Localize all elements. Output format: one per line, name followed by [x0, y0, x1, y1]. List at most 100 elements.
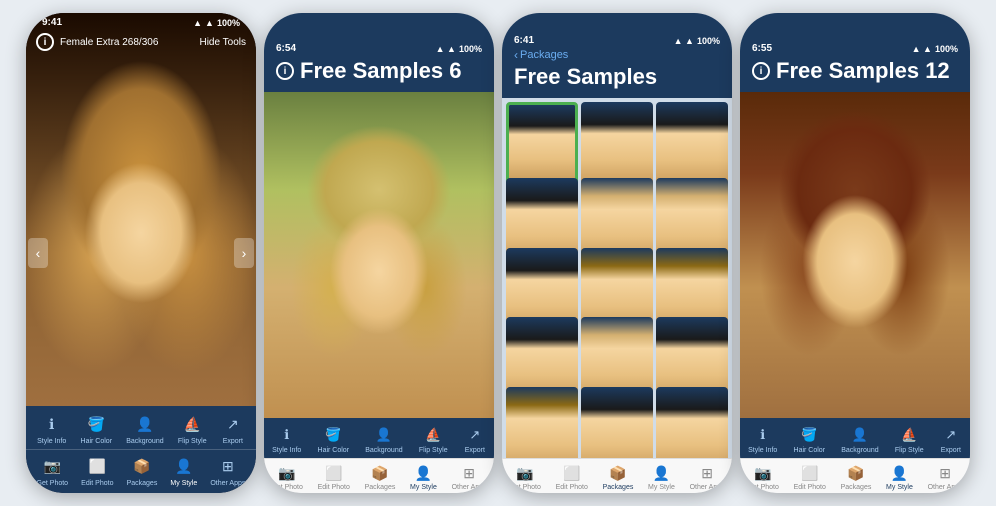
top-bar-1: i Female Extra 268/306 Hide Tools: [26, 29, 256, 55]
background-label: Background: [126, 438, 163, 445]
action-toolbar-4: ℹ Style Info 🪣 Hair Color 👤 Background ⛵…: [740, 418, 970, 458]
phone-2: 6:54 ▲ ▲ 100% i Free Samples 6 ℹ: [264, 13, 494, 493]
tab-my-style-4[interactable]: 👤 My Style: [886, 463, 913, 491]
tab-get-photo-4[interactable]: 📷 Get Photo: [747, 463, 779, 491]
phone-4-screen: 6:55 ▲ ▲ 100% i Free Samples 12 ℹ: [740, 13, 970, 493]
act-export-4[interactable]: ↗ Export: [940, 424, 962, 454]
flip-style-icon-2: ⛵: [422, 424, 444, 446]
phone1-title: Female Extra 268/306: [60, 37, 193, 48]
export-icon: ↗: [221, 412, 245, 436]
flip-style-icon: ⛵: [180, 412, 204, 436]
tab-other-apps-4[interactable]: ⊞ Other Apps: [928, 463, 963, 491]
get-photo-label: Get Photo: [37, 480, 69, 487]
tab-other-apps-1[interactable]: ⊞ Other Apps: [210, 454, 245, 487]
hair-color-label: Hair Color: [81, 438, 113, 445]
act-background-2[interactable]: 👤 Background: [365, 424, 402, 454]
tab-other-apps-3[interactable]: ⊞ Other Apps: [690, 463, 725, 491]
tab-my-style-3[interactable]: 👤 My Style: [648, 463, 675, 491]
export-label: Export: [223, 438, 243, 445]
phone2-title-row: i Free Samples 6: [276, 58, 482, 84]
hair-color-icon: 🪣: [84, 412, 108, 436]
tab-bar-3: 📷 Got Photo ⬜ Edit Photo 📦 Packages 👤 My…: [502, 458, 732, 493]
phone-4: 6:55 ▲ ▲ 100% i Free Samples 12 ℹ: [740, 13, 970, 493]
next-arrow[interactable]: ›: [234, 238, 254, 268]
style-info-icon-4: ℹ: [752, 424, 774, 446]
edit-photo-icon: ⬜: [85, 454, 109, 478]
act-style-info-4[interactable]: ℹ Style Info: [748, 424, 777, 454]
edit-photo-label: Edit Photo: [81, 480, 113, 487]
act-hair-color-2[interactable]: 🪣 Hair Color: [318, 424, 350, 454]
my-style-tab-icon-2: 👤: [413, 463, 433, 483]
info-icon-2[interactable]: i: [276, 62, 294, 80]
back-button-3[interactable]: ‹ Packages: [514, 48, 720, 62]
mini-face-1: [509, 105, 575, 189]
phone4-header: 6:55 ▲ ▲ 100% i Free Samples 12: [740, 13, 970, 92]
phone4-content: [740, 92, 970, 418]
phones-container: 9:41 ▲ ▲ 100% i Female Extra 268/306 Hid…: [16, 3, 980, 503]
grid-item-15[interactable]: 15: [656, 387, 728, 458]
hair-grid: 1 2 3 4 5: [502, 98, 732, 458]
tab-edit-photo-1[interactable]: ⬜ Edit Photo: [81, 454, 113, 487]
phone2-model: [264, 92, 494, 418]
grid-item-13[interactable]: 13: [506, 387, 578, 458]
bottom-toolbar-1: ℹ Style Info 🪣 Hair Color 👤 Background ⛵…: [26, 406, 256, 493]
back-label-3: Packages: [520, 49, 568, 61]
export-icon-2: ↗: [464, 424, 486, 446]
phone-3-screen: 6:41 ▲ ▲ 100% ‹ Packages Free Samples 1: [502, 13, 732, 493]
hide-tools-btn[interactable]: Hide Tools: [199, 37, 246, 48]
phone1-model-render: [26, 13, 256, 413]
act-background-4[interactable]: 👤 Background: [841, 424, 878, 454]
act-flip-style-2[interactable]: ⛵ Flip Style: [419, 424, 448, 454]
tab-other-apps-2[interactable]: ⊞ Other Apps: [452, 463, 487, 491]
tab-got-photo-3[interactable]: 📷 Got Photo: [509, 463, 541, 491]
toolbar-top-1: ℹ Style Info 🪣 Hair Color 👤 Background ⛵…: [26, 412, 256, 450]
act-style-info-2[interactable]: ℹ Style Info: [272, 424, 301, 454]
act-flip-style-4[interactable]: ⛵ Flip Style: [895, 424, 924, 454]
phone2-content: [264, 92, 494, 418]
phone-1-screen: 9:41 ▲ ▲ 100% i Female Extra 268/306 Hid…: [26, 13, 256, 493]
tab-get-photo-2[interactable]: 📷 Get Photo: [271, 463, 303, 491]
info-icon-4[interactable]: i: [752, 62, 770, 80]
packages-icon: 📦: [130, 454, 154, 478]
tab-edit-photo-3[interactable]: ⬜ Edit Photo: [556, 463, 588, 491]
tab-my-style-1[interactable]: 👤 My Style: [170, 454, 197, 487]
status-bar-1: 9:41 ▲ ▲ 100%: [26, 13, 256, 30]
tab-packages-3[interactable]: 📦 Packages: [603, 463, 634, 491]
grid-item-14[interactable]: 14: [581, 387, 653, 458]
hair-color-icon-4: 🪣: [798, 424, 820, 446]
flip-style-icon-4: ⛵: [898, 424, 920, 446]
toolbar-style-info[interactable]: ℹ Style Info: [37, 412, 66, 445]
status-bar-4: 6:55 ▲ ▲ 100%: [752, 43, 958, 58]
action-toolbar-2: ℹ Style Info 🪣 Hair Color 👤 Background ⛵…: [264, 418, 494, 458]
edit-photo-tab-icon-2: ⬜: [324, 463, 344, 483]
prev-arrow[interactable]: ‹: [28, 238, 48, 268]
tab-edit-photo-4[interactable]: ⬜ Edit Photo: [794, 463, 826, 491]
toolbar-hair-color[interactable]: 🪣 Hair Color: [81, 412, 113, 445]
tab-edit-photo-2[interactable]: ⬜ Edit Photo: [318, 463, 350, 491]
tab-packages-4[interactable]: 📦 Packages: [841, 463, 872, 491]
toolbar-bottom-1: 📷 Get Photo ⬜ Edit Photo 📦 Packages 👤 My…: [26, 450, 256, 489]
get-photo-tab-icon-2: 📷: [277, 463, 297, 483]
toolbar-background[interactable]: 👤 Background: [126, 412, 163, 445]
toolbar-flip-style[interactable]: ⛵ Flip Style: [178, 412, 207, 445]
phone-2-screen: 6:54 ▲ ▲ 100% i Free Samples 6 ℹ: [264, 13, 494, 493]
status-icons-2: ▲ ▲ 100%: [436, 44, 482, 54]
toolbar-export[interactable]: ↗ Export: [221, 412, 245, 445]
tab-bar-4: 📷 Get Photo ⬜ Edit Photo 📦 Packages 👤 My…: [740, 458, 970, 493]
phone3-header: 6:41 ▲ ▲ 100% ‹ Packages Free Samples: [502, 13, 732, 98]
tab-packages-1[interactable]: 📦 Packages: [127, 454, 158, 487]
phone4-title-row: i Free Samples 12: [752, 58, 958, 84]
get-photo-icon: 📷: [40, 454, 64, 478]
battery-1: 100%: [217, 18, 240, 28]
act-hair-color-4[interactable]: 🪣 Hair Color: [794, 424, 826, 454]
phone2-title: Free Samples 6: [300, 58, 461, 84]
hair-color-icon-2: 🪣: [322, 424, 344, 446]
act-export-2[interactable]: ↗ Export: [464, 424, 486, 454]
phone4-title: Free Samples 12: [776, 58, 950, 84]
mini-face-13: [506, 387, 578, 458]
tab-get-photo-1[interactable]: 📷 Get Photo: [37, 454, 69, 487]
tab-my-style-2[interactable]: 👤 My Style: [410, 463, 437, 491]
info-icon-1[interactable]: i: [36, 33, 54, 51]
mini-face-14: [581, 387, 653, 458]
tab-packages-2[interactable]: 📦 Packages: [365, 463, 396, 491]
